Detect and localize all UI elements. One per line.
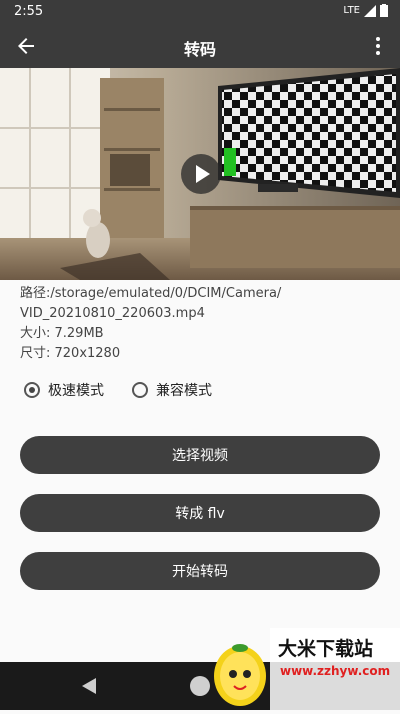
page-title: 转码 [183,40,216,59]
more-options-icon[interactable] [366,34,390,58]
nav-back-icon[interactable] [82,678,96,694]
mode-fast-option[interactable]: 极速模式 [24,380,104,400]
signal-icon [364,4,376,17]
app-bar: 转码 [0,24,400,68]
convert-flv-button[interactable]: 转成 flv [20,494,380,532]
status-bar: 2:55 LTE [0,0,400,24]
play-button[interactable] [181,154,221,194]
mode-fast-label: 极速模式 [48,383,104,399]
file-info: 路径:/storage/emulated/0/DCIM/Camera/ VID_… [20,284,390,364]
radio-selected-icon[interactable] [24,382,40,398]
file-dimensions: 尺寸: 720x1280 [20,346,121,361]
radio-unselected-icon[interactable] [132,382,148,398]
network-type: LTE [343,5,360,16]
watermark-logo: 大米下载站 www.zzhyw.com [210,628,400,710]
status-icons: LTE [343,4,388,17]
watermark-name: 大米下载站 [278,638,374,660]
video-preview[interactable] [0,68,400,280]
nav-home-icon[interactable] [190,676,210,696]
file-path-line2: VID_20210810_220603.mp4 [20,306,205,321]
start-transcode-button[interactable]: 开始转码 [20,552,380,590]
watermark-url: www.zzhyw.com [280,664,391,678]
mode-compatible-option[interactable]: 兼容模式 [132,380,212,400]
select-video-button[interactable]: 选择视频 [20,436,380,474]
file-path-line1: 路径:/storage/emulated/0/DCIM/Camera/ [20,286,282,301]
battery-icon [380,4,388,17]
mode-selector: 极速模式 兼容模式 [24,380,212,400]
status-time: 2:55 [14,4,44,19]
mode-compatible-label: 兼容模式 [156,383,212,399]
play-icon [196,165,210,183]
file-size: 大小: 7.29MB [20,326,104,341]
